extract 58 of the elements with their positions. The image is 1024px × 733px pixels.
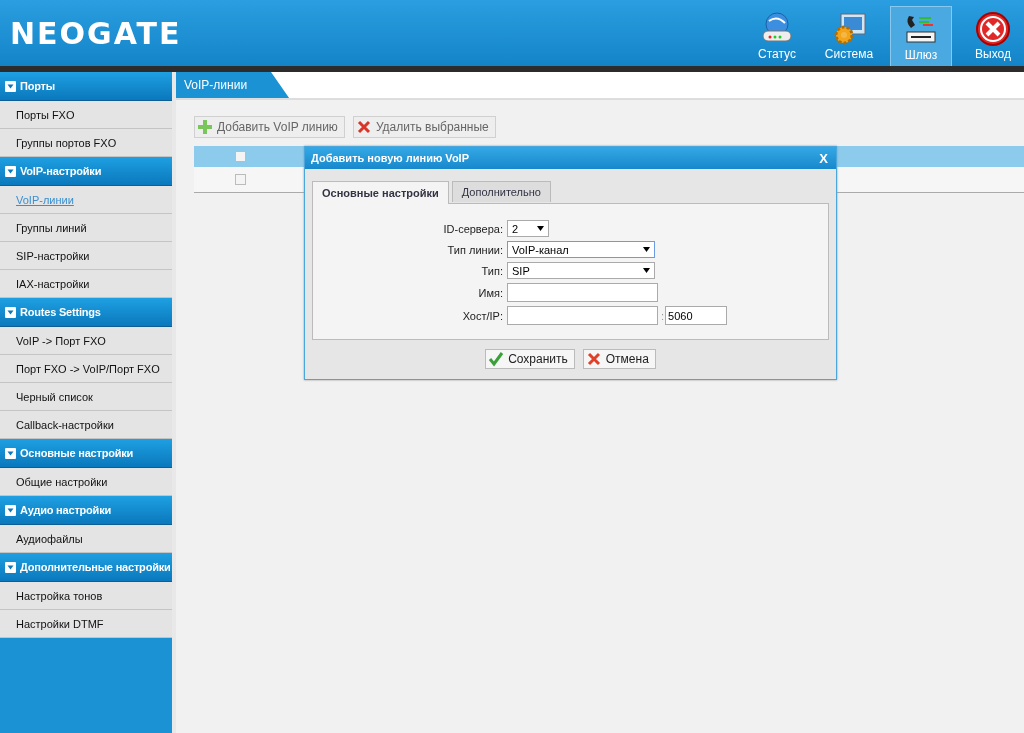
caret-down-icon: [537, 226, 544, 231]
field-label: Тип линии:: [446, 243, 504, 256]
sidebar-item[interactable]: Порт FXO -> VoIP/Порт FXO: [0, 355, 172, 383]
field-label: ID-сервера:: [442, 222, 504, 235]
sidebar-item[interactable]: SIP-настройки: [0, 242, 172, 270]
sidebar-item[interactable]: Callback-настройки: [0, 411, 172, 439]
logo: NEOGATE: [10, 15, 183, 51]
nav-button[interactable]: Выход: [962, 6, 1024, 66]
caret-down-icon: [643, 268, 650, 273]
caret-down-icon: [5, 447, 16, 459]
sidebar-item[interactable]: Аудиофайлы: [0, 525, 172, 553]
dropdown[interactable]: 2: [507, 220, 549, 237]
dialog-tab[interactable]: Дополнительно: [451, 181, 551, 202]
checkmark-icon: [488, 351, 505, 367]
cancel-button[interactable]: Отмена: [582, 349, 656, 369]
sidebar-group-header[interactable]: Порты: [0, 72, 172, 101]
checkbox[interactable]: [235, 151, 246, 162]
sidebar-item[interactable]: Настройки DTMF: [0, 610, 172, 638]
port-separator: :: [660, 309, 666, 322]
dialog-tab[interactable]: Основные настройки: [312, 181, 449, 204]
delete-button[interactable]: Удалить выбранные: [352, 116, 496, 138]
nav-button[interactable]: Статус: [746, 6, 808, 66]
x-mark-icon: [585, 351, 602, 367]
caret-down-icon: [643, 247, 650, 252]
caret-down-icon: [5, 165, 16, 177]
dropdown[interactable]: SIP: [507, 262, 655, 279]
field-label: Хост/IP:: [461, 309, 504, 322]
sidebar-item[interactable]: Черный список: [0, 383, 172, 411]
input-field[interactable]: [507, 283, 658, 302]
sidebar-item[interactable]: Настройка тонов: [0, 582, 172, 610]
sidebar-item[interactable]: Группы портов FXO: [0, 129, 172, 157]
port-field[interactable]: 5060: [665, 306, 728, 325]
dialog-title: Добавить новую линию VoIP: [311, 152, 469, 164]
field-label: Имя:: [477, 286, 504, 299]
x-mark-icon: [355, 119, 372, 135]
sidebar-item[interactable]: Общие настройки: [0, 468, 172, 496]
sidebar-group-header[interactable]: Дополнительные настройки: [0, 553, 172, 582]
field-label: Тип:: [480, 264, 504, 277]
sidebar-group-header[interactable]: Routes Settings: [0, 298, 172, 327]
sidebar-group-header[interactable]: Аудио настройки: [0, 496, 172, 525]
plus-icon: [197, 119, 213, 135]
input-field[interactable]: [507, 306, 658, 325]
caret-down-icon: [5, 504, 16, 516]
caret-down-icon: [5, 306, 16, 318]
sidebar-item[interactable]: Порты FXO: [0, 101, 172, 129]
save-button[interactable]: Сохранить: [485, 349, 575, 369]
sidebar-group-header[interactable]: VoIP-настройки: [0, 157, 172, 186]
sidebar-item[interactable]: IAX-настройки: [0, 270, 172, 298]
sidebar-item[interactable]: Группы линий: [0, 214, 172, 242]
x-circle-icon: [975, 11, 1011, 47]
caret-down-icon: [5, 80, 16, 92]
nav-button[interactable]: Система: [818, 6, 880, 66]
caret-down-icon: [5, 561, 16, 573]
add-button[interactable]: Добавить VoIP линию: [194, 116, 345, 138]
sidebar-item[interactable]: VoIP -> Порт FXO: [0, 327, 172, 355]
checkbox[interactable]: [235, 174, 246, 185]
sidebar-group-header[interactable]: Основные настройки: [0, 439, 172, 468]
dropdown[interactable]: VoIP-канал: [507, 241, 655, 258]
